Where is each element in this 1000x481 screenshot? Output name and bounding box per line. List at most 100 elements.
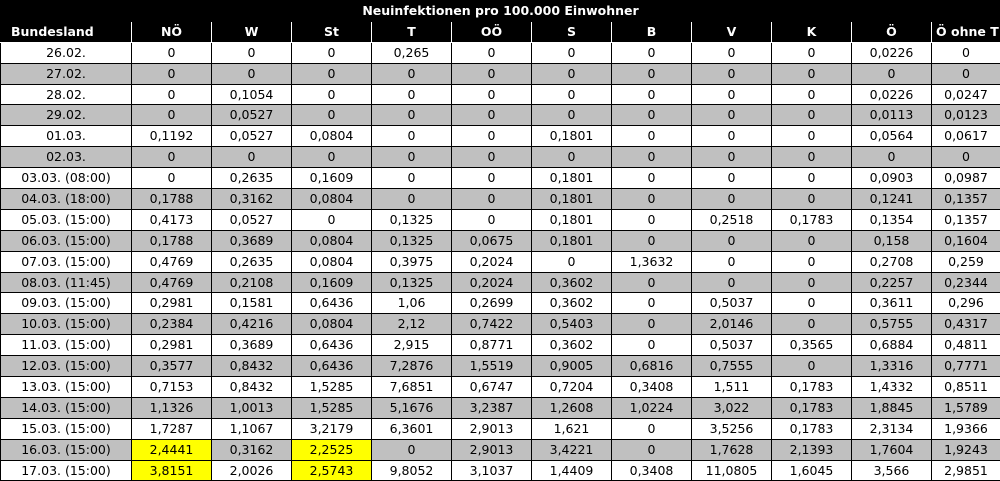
value-cell: 2,0026 — [212, 460, 292, 481]
value-cell: 0,1788 — [132, 230, 212, 251]
value-cell: 2,9013 — [452, 439, 532, 460]
value-cell: 0 — [772, 126, 852, 147]
value-cell: 0 — [612, 209, 692, 230]
value-cell: 0,7422 — [452, 314, 532, 335]
value-cell: 0 — [372, 63, 452, 84]
value-cell: 0 — [532, 105, 612, 126]
value-cell: 0,2344 — [932, 272, 1000, 293]
table-row: 11.03. (15:00)0,29810,36890,64362,9150,8… — [1, 335, 1000, 356]
table-row: 12.03. (15:00)0,35770,84320,64367,28761,… — [1, 356, 1000, 377]
value-cell: 0 — [132, 147, 212, 168]
value-cell: 0,6747 — [452, 377, 532, 398]
value-cell: 0,3602 — [532, 293, 612, 314]
value-cell: 0 — [452, 209, 532, 230]
value-cell: 0,1354 — [852, 209, 932, 230]
value-cell: 0,1801 — [532, 209, 612, 230]
value-cell: 0,1357 — [932, 209, 1000, 230]
value-cell: 0 — [212, 42, 292, 63]
table-row: 27.02.00000000000 — [1, 63, 1000, 84]
value-cell: 0 — [772, 251, 852, 272]
column-header: St — [292, 21, 372, 42]
infection-rate-table-container: Neuinfektionen pro 100.000 Einwohner Bun… — [0, 0, 1000, 479]
value-cell: 2,4441 — [132, 439, 212, 460]
value-cell: 0,1325 — [372, 209, 452, 230]
value-cell: 0 — [532, 63, 612, 84]
value-cell: 9,8052 — [372, 460, 452, 481]
value-cell: 1,621 — [532, 418, 612, 439]
value-cell: 0,2981 — [132, 293, 212, 314]
value-cell: 0,3689 — [212, 335, 292, 356]
table-row: 02.03.00000000000 — [1, 147, 1000, 168]
value-cell: 3,2179 — [292, 418, 372, 439]
value-cell: 0,4216 — [212, 314, 292, 335]
value-cell: 0,1581 — [212, 293, 292, 314]
value-cell: 2,0146 — [692, 314, 772, 335]
value-cell: 0,8432 — [212, 377, 292, 398]
date-cell: 12.03. (15:00) — [1, 356, 132, 377]
value-cell: 0,0987 — [932, 168, 1000, 189]
value-cell: 0,2257 — [852, 272, 932, 293]
value-cell: 0 — [692, 147, 772, 168]
value-cell: 0,5403 — [532, 314, 612, 335]
date-cell: 29.02. — [1, 105, 132, 126]
value-cell: 0 — [612, 84, 692, 105]
value-cell: 0,1192 — [132, 126, 212, 147]
value-cell: 1,4332 — [852, 377, 932, 398]
value-cell: 3,2387 — [452, 397, 532, 418]
value-cell: 0 — [612, 147, 692, 168]
value-cell: 0 — [772, 293, 852, 314]
value-cell: 2,915 — [372, 335, 452, 356]
value-cell: 2,9013 — [452, 418, 532, 439]
value-cell: 0 — [612, 314, 692, 335]
value-cell: 3,022 — [692, 397, 772, 418]
value-cell: 7,6851 — [372, 377, 452, 398]
value-cell: 0,3565 — [772, 335, 852, 356]
value-cell: 0,3975 — [372, 251, 452, 272]
value-cell: 0,0903 — [852, 168, 932, 189]
value-cell: 0 — [452, 147, 532, 168]
value-cell: 1,511 — [692, 377, 772, 398]
value-cell: 0,1788 — [132, 189, 212, 210]
value-cell: 0 — [692, 189, 772, 210]
column-header: Bundesland — [1, 21, 132, 42]
value-cell: 0 — [772, 84, 852, 105]
value-cell: 0 — [292, 105, 372, 126]
date-cell: 05.03. (15:00) — [1, 209, 132, 230]
value-cell: 0 — [292, 42, 372, 63]
value-cell: 0,0123 — [932, 105, 1000, 126]
value-cell: 0,2518 — [692, 209, 772, 230]
date-cell: 16.03. (15:00) — [1, 439, 132, 460]
value-cell: 0 — [612, 189, 692, 210]
value-cell: 0,0804 — [292, 189, 372, 210]
value-cell: 0,3162 — [212, 439, 292, 460]
value-cell: 0 — [212, 63, 292, 84]
value-cell: 3,4221 — [532, 439, 612, 460]
value-cell: 0,3408 — [612, 377, 692, 398]
table-row: 15.03. (15:00)1,72871,10673,21796,36012,… — [1, 418, 1000, 439]
value-cell: 0,0527 — [212, 105, 292, 126]
value-cell: 0 — [772, 168, 852, 189]
value-cell: 0,3602 — [532, 272, 612, 293]
value-cell: 0 — [292, 63, 372, 84]
value-cell: 0,1801 — [532, 189, 612, 210]
date-cell: 17.03. (15:00) — [1, 460, 132, 481]
value-cell: 1,0224 — [612, 397, 692, 418]
value-cell: 0 — [852, 147, 932, 168]
value-cell: 0,2024 — [452, 272, 532, 293]
value-cell: 0,265 — [372, 42, 452, 63]
value-cell: 0,5755 — [852, 314, 932, 335]
value-cell: 1,8845 — [852, 397, 932, 418]
value-cell: 0,0527 — [212, 209, 292, 230]
value-cell: 0 — [132, 84, 212, 105]
value-cell: 0,6884 — [852, 335, 932, 356]
date-cell: 01.03. — [1, 126, 132, 147]
value-cell: 0 — [772, 189, 852, 210]
value-cell: 0 — [372, 84, 452, 105]
value-cell: 0,296 — [932, 293, 1000, 314]
value-cell: 0 — [532, 42, 612, 63]
value-cell: 0 — [692, 63, 772, 84]
value-cell: 0 — [132, 168, 212, 189]
value-cell: 1,7604 — [852, 439, 932, 460]
value-cell: 0,1604 — [932, 230, 1000, 251]
value-cell: 0,4769 — [132, 272, 212, 293]
